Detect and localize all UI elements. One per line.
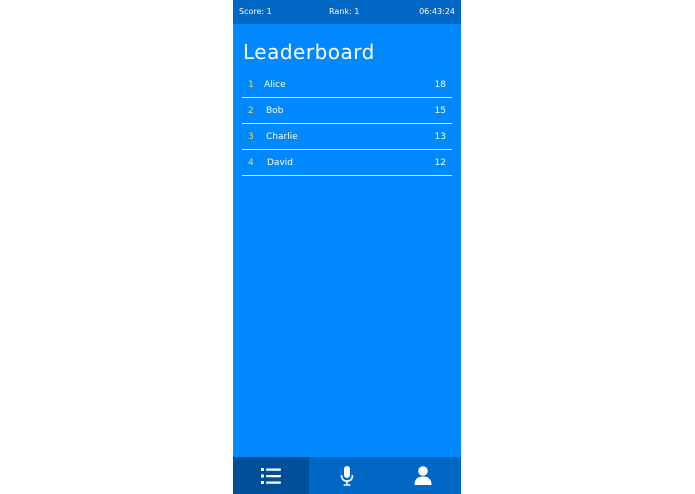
row-score: 15 xyxy=(434,106,446,116)
leaderboard-row: 3 Charlie 13 xyxy=(242,124,452,150)
row-player-name: Bob xyxy=(266,106,284,116)
row-player-name: Alice xyxy=(264,80,286,90)
row-score: 18 xyxy=(434,80,446,90)
score-indicator: Score: 1 xyxy=(239,7,272,16)
row-player-name: Charlie xyxy=(266,132,298,142)
row-rank: 2 xyxy=(248,106,254,116)
app-screen: Score: 1 Rank: 1 06:43:24 Leaderboard 1 … xyxy=(233,0,461,494)
rank-indicator: Rank: 1 xyxy=(329,7,360,16)
bottom-nav xyxy=(233,457,461,494)
leaderboard-row: 1 Alice 18 xyxy=(242,72,452,98)
row-score: 13 xyxy=(434,132,446,142)
microphone-icon xyxy=(340,465,354,486)
status-bar: Score: 1 Rank: 1 06:43:24 xyxy=(233,0,461,24)
leaderboard-row: 4 David 12 xyxy=(242,150,452,176)
leaderboard-row: 2 Bob 15 xyxy=(242,98,452,124)
leaderboard-list-icon xyxy=(261,467,281,484)
nav-microphone-button[interactable] xyxy=(309,457,385,494)
nav-profile-button[interactable] xyxy=(385,457,461,494)
nav-leaderboard-button[interactable] xyxy=(233,457,309,494)
row-player-name: David xyxy=(267,158,293,168)
timer-readout: 06:43:24 xyxy=(419,7,455,16)
leaderboard-list: 1 Alice 18 2 Bob 15 3 Charlie 13 4 David… xyxy=(242,72,452,176)
row-rank: 1 xyxy=(248,80,254,90)
user-profile-icon xyxy=(414,466,432,485)
row-rank: 3 xyxy=(248,132,254,142)
row-score: 12 xyxy=(434,158,446,168)
page-title: Leaderboard xyxy=(243,40,375,64)
row-rank: 4 xyxy=(248,158,254,168)
